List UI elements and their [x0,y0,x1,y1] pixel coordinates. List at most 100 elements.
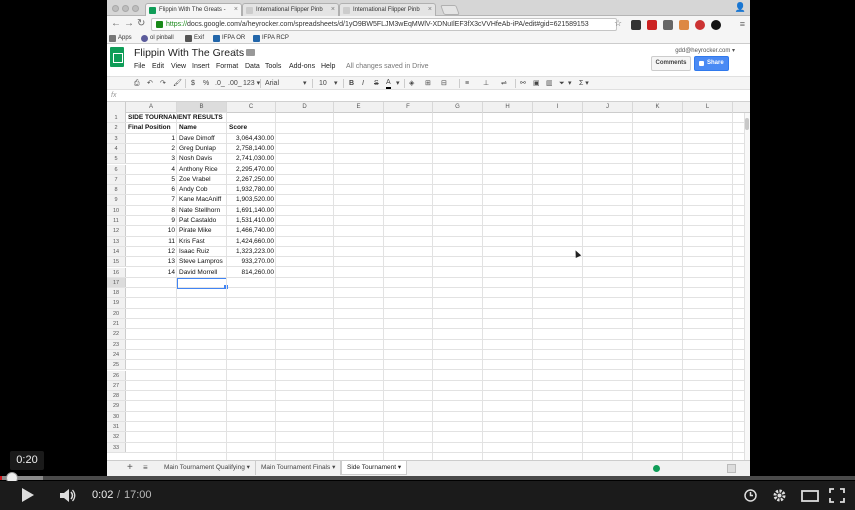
score-cell[interactable]: 1,691,140.00 [227,206,276,215]
row-number[interactable]: 28 [107,391,126,401]
row-number[interactable]: 21 [107,319,126,329]
position-cell[interactable]: 12 [126,247,177,256]
column-header-f[interactable]: F [384,102,433,113]
star-icon[interactable]: ☆ [231,47,239,58]
chevron-down-icon[interactable]: ▾ [303,78,307,89]
fullscreen-icon[interactable] [829,488,845,503]
position-cell[interactable]: 3 [126,154,177,163]
column-header-l[interactable]: L [683,102,733,113]
row-number[interactable]: 10 [107,205,126,215]
name-cell[interactable]: Isaac Ruiz [177,247,227,256]
progress-bar[interactable] [0,476,855,480]
bookmark-apps[interactable]: Apps [109,33,132,43]
row-number[interactable]: 27 [107,380,126,391]
bold-button[interactable]: B [349,78,354,89]
menu-data[interactable]: Data [245,63,260,70]
name-cell[interactable]: Greg Dunlap [177,144,227,153]
score-cell[interactable]: 814,260.00 [227,268,276,277]
menu-insert[interactable]: Insert [192,63,210,70]
name-cell[interactable]: Nosh Davis [177,154,227,163]
extension-icon[interactable] [663,20,673,30]
sheets-logo-icon[interactable] [110,47,124,67]
insert-chart-icon[interactable]: ▥ [546,78,553,89]
score-cell[interactable]: 1,531,410.00 [227,216,276,225]
play-button[interactable] [22,488,34,502]
decrease-decimals-button[interactable]: .0_ [215,78,225,89]
row-number[interactable]: 2 [107,123,126,133]
volume-icon[interactable] [60,489,76,502]
print-icon[interactable]: ⎙ [134,78,140,89]
row-number[interactable]: 22 [107,329,126,339]
increase-decimals-button[interactable]: .00_ [228,78,242,89]
browser-tab-flippin[interactable]: Flippin With The Greats - × [145,3,242,16]
extension-icon[interactable] [631,20,641,30]
row-number[interactable]: 26 [107,370,126,380]
chevron-down-icon[interactable]: ▾ [568,78,572,89]
position-cell[interactable]: 11 [126,237,177,246]
vertical-scrollbar[interactable] [744,113,750,460]
share-button[interactable]: Share [694,56,729,71]
functions-button[interactable]: Σ ▾ [579,78,589,89]
window-zoom-button[interactable] [132,5,139,12]
column-header-e[interactable]: E [334,102,384,113]
window-minimize-button[interactable] [122,5,129,12]
score-cell[interactable]: 2,267,250.00 [227,175,276,184]
insert-comment-icon[interactable]: ▣ [533,78,540,89]
selected-cell-outline[interactable] [177,277,227,289]
column-header-j[interactable]: J [583,102,633,113]
score-cell[interactable]: 2,758,140.00 [227,144,276,153]
score-cell[interactable]: 1,932,780.00 [227,185,276,194]
font-size-dropdown[interactable]: 10 [319,78,327,89]
explore-icon[interactable] [727,464,736,473]
name-cell[interactable]: Anthony Rice [177,165,227,174]
name-cell[interactable]: Zoe Vrabel [177,175,227,184]
row-number[interactable]: 32 [107,432,126,442]
row-number[interactable]: 18 [107,288,126,298]
bookmark-ol-pinball[interactable]: ol pinball [141,33,174,43]
close-icon[interactable]: × [331,4,335,16]
undo-icon[interactable]: ↶ [147,78,153,89]
borders-icon[interactable]: ⊞ [425,78,431,89]
theater-mode-icon[interactable] [801,490,819,502]
formula-bar[interactable]: fx [107,91,750,102]
column-header-b[interactable]: B [177,102,227,113]
column-header-a[interactable]: A [126,102,177,113]
row-number[interactable]: 13 [107,236,126,246]
add-sheet-button[interactable]: + [127,462,133,473]
position-cell[interactable]: 2 [126,144,177,153]
extension-icon[interactable] [647,20,657,30]
score-cell[interactable]: 1,466,740.00 [227,226,276,235]
profile-icon[interactable]: 👤 [735,2,746,13]
menu-addons[interactable]: Add-ons [289,63,315,70]
chevron-down-icon[interactable]: ▾ [332,464,335,471]
score-cell[interactable]: 1,903,520.00 [227,195,276,204]
row-number[interactable]: 16 [107,267,126,277]
row-number[interactable]: 24 [107,349,126,360]
vertical-align-icon[interactable]: ⊥ [483,78,489,89]
menu-help[interactable]: Help [321,63,335,70]
menu-file[interactable]: File [134,63,145,70]
name-cell[interactable]: Pirate Mike [177,226,227,235]
percent-format-button[interactable]: % [203,78,209,89]
user-email[interactable]: gdd@heyrocker.com ▾ [675,47,735,54]
score-cell[interactable]: 2,741,030.00 [227,154,276,163]
score-cell[interactable]: 1,424,660.00 [227,237,276,246]
chevron-down-icon[interactable]: ▾ [334,78,338,89]
italic-button[interactable]: I [362,78,364,89]
fill-color-icon[interactable]: ◈ [409,78,414,89]
column-header-c[interactable]: C [227,102,276,113]
row-number[interactable]: 5 [107,154,126,164]
paint-format-icon[interactable]: 🖌 [173,78,182,89]
save-status[interactable]: All changes saved in Drive [346,63,429,70]
header-cell-name[interactable]: Name [177,123,227,132]
bookmark-exif[interactable]: Exif [185,33,204,43]
address-bar[interactable]: https://docs.google.com/a/heyrocker.com/… [151,18,617,31]
merge-cells-icon[interactable]: ⊟ [441,78,447,89]
row-number[interactable]: 3 [107,133,126,143]
position-cell[interactable]: 7 [126,195,177,204]
row-number[interactable]: 23 [107,339,126,349]
chevron-down-icon[interactable]: ▾ [247,464,250,471]
name-cell[interactable]: Nate Stellhorn [177,206,227,215]
header-cell-score[interactable]: Score [227,123,276,132]
score-cell[interactable]: 933,270.00 [227,257,276,266]
